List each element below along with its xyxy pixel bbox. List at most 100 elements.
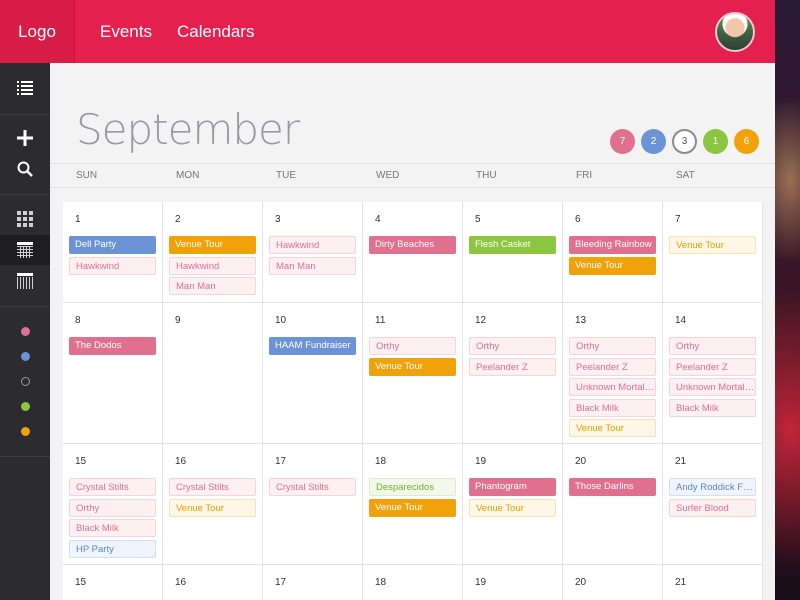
event-chip[interactable]: Venue Tour (369, 498, 456, 517)
filter-blue[interactable]: 2 (641, 129, 666, 154)
day-cell[interactable]: 1 Dell Party Hawkwind (63, 202, 163, 303)
event-chip[interactable]: Orthy (69, 498, 156, 517)
event-chip[interactable]: Peelander Z (469, 357, 556, 376)
event-chip[interactable]: Venue Tour (169, 236, 256, 254)
day-cell[interactable]: 20 Those Darlins (563, 444, 663, 565)
event-chip[interactable]: Andy Roddick Foundation (669, 478, 756, 496)
day-cell[interactable]: 11 Orthy Venue Tour (363, 303, 463, 444)
filter-count: 6 (743, 136, 750, 147)
event-chip[interactable]: Dirty Beaches (369, 236, 456, 254)
event-chip[interactable]: Man Man (269, 256, 356, 275)
event-chip[interactable]: Venue Tour (569, 256, 656, 275)
filter-green[interactable]: 1 (703, 129, 728, 154)
event-chip[interactable]: Phantogram (469, 478, 556, 496)
week-view-icon[interactable] (0, 266, 50, 296)
event-chip[interactable]: Orthy (669, 337, 756, 355)
filter-outline[interactable]: 3 (672, 129, 697, 154)
day-cell[interactable]: 13 Orthy Peelander Z Unknown Mortal Orchest… (563, 303, 663, 444)
event-chip[interactable]: Those Darlins (569, 478, 656, 496)
day-cell[interactable]: 10 HAAM Fundraiser (263, 303, 363, 444)
list-icon[interactable] (0, 73, 50, 103)
plus-icon[interactable] (0, 123, 50, 153)
nav-events[interactable]: Events (100, 22, 152, 42)
outline-dot-icon (20, 376, 30, 386)
event-chip[interactable]: Venue Tour (169, 498, 256, 517)
event-chip[interactable]: Black Milk (69, 519, 156, 537)
day-cell[interactable]: 19 (463, 565, 563, 600)
day-number: 9 (175, 315, 181, 326)
event-chip[interactable]: Orthy (469, 337, 556, 355)
day-number: 6 (575, 214, 581, 225)
day-cell[interactable]: 8 The Dodos (63, 303, 163, 444)
event-chip[interactable]: Desparecidos (369, 478, 456, 496)
event-chip[interactable]: HP Party (69, 539, 156, 558)
filter-orange[interactable]: 6 (734, 129, 759, 154)
weekday-label: MON (176, 170, 200, 181)
grid-view-icon[interactable] (0, 204, 50, 234)
event-chip[interactable]: Crystal Stilts (169, 478, 256, 496)
month-view-icon[interactable] (0, 235, 50, 265)
day-cell[interactable]: 16 (163, 565, 263, 600)
event-chip[interactable]: Black Milk (569, 398, 656, 417)
event-chip[interactable]: Dell Party (69, 236, 156, 254)
event-chip[interactable]: Orthy (569, 337, 656, 355)
search-icon[interactable] (0, 154, 50, 184)
event-chip[interactable]: Crystal Stilts (69, 478, 156, 496)
day-cell[interactable]: 4 Dirty Beaches (363, 202, 463, 303)
day-number: 4 (375, 214, 381, 225)
filter-count: 3 (681, 136, 688, 147)
filter-count: 1 (712, 136, 719, 147)
event-chip[interactable]: Crystal Stilts (269, 478, 356, 496)
day-cell[interactable]: 18 (363, 565, 463, 600)
event-chip[interactable]: Venue Tour (469, 498, 556, 517)
event-chip[interactable]: HAAM Fundraiser (269, 337, 356, 355)
day-cell[interactable]: 15 (63, 565, 163, 600)
day-number: 18 (375, 577, 387, 588)
month-grid: 1 Dell Party Hawkwind 2 Venue Tour Hawkwind Ma… (63, 202, 763, 600)
event-chip[interactable]: Black Milk (669, 398, 756, 417)
calendar-panel: September 7 2 3 1 6 SUN MON TUE WED THU … (50, 63, 775, 600)
day-cell[interactable]: 14 Orthy Peelander Z Unknown Mortal Orchest… (663, 303, 763, 444)
day-cell[interactable]: 3 Hawkwind Man Man (263, 202, 363, 303)
day-cell[interactable]: 17 (263, 565, 363, 600)
event-chip[interactable]: The Dodos (69, 337, 156, 355)
event-chip[interactable]: Peelander Z (669, 357, 756, 376)
calendar-dot-orange[interactable] (0, 416, 50, 446)
day-cell[interactable]: 9 (163, 303, 263, 444)
event-chip[interactable]: Orthy (369, 337, 456, 355)
event-chip[interactable]: Venue Tour (369, 357, 456, 376)
event-chip[interactable]: Hawkwind (69, 256, 156, 275)
day-cell[interactable]: 19 Phantogram Venue Tour (463, 444, 563, 565)
event-chip[interactable]: Flesh Casket (469, 236, 556, 254)
day-cell[interactable]: 21 Andy Roddick Foundation Surfer Blood (663, 444, 763, 565)
event-chip[interactable]: Unknown Mortal Orchestra (569, 378, 656, 396)
event-chip[interactable]: Venue Tour (569, 419, 656, 437)
day-cell[interactable]: 12 Orthy Peelander Z (463, 303, 563, 444)
filter-pink[interactable]: 7 (610, 129, 635, 154)
event-chip[interactable]: Surfer Blood (669, 498, 756, 517)
day-number: 19 (475, 577, 487, 588)
nav-calendars[interactable]: Calendars (177, 22, 255, 42)
day-cell[interactable]: 2 Venue Tour Hawkwind Man Man (163, 202, 263, 303)
event-chip[interactable]: Man Man (169, 277, 256, 295)
day-cell[interactable]: 16 Crystal Stilts Venue Tour (163, 444, 263, 565)
day-cell[interactable]: 20 (563, 565, 663, 600)
event-chip[interactable]: Venue Tour (669, 236, 756, 254)
event-chip[interactable]: Peelander Z (569, 357, 656, 376)
day-cell[interactable]: 6 Bleeding Rainbow Venue Tour (563, 202, 663, 303)
day-cell[interactable]: 15 Crystal Stilts Orthy Black Milk HP Party (63, 444, 163, 565)
day-cell[interactable]: 17 Crystal Stilts (263, 444, 363, 565)
day-cell[interactable]: 21 (663, 565, 763, 600)
day-cell[interactable]: 7 Venue Tour (663, 202, 763, 303)
event-chip[interactable]: Hawkwind (269, 236, 356, 254)
avatar[interactable] (715, 12, 755, 52)
main-nav: Events Calendars (100, 22, 254, 42)
day-number: 17 (275, 577, 287, 588)
day-cell[interactable]: 5 Flesh Casket (463, 202, 563, 303)
filter-count: 7 (619, 136, 626, 147)
event-chip[interactable]: Unknown Mortal Orchestra (669, 378, 756, 396)
event-chip[interactable]: Hawkwind (169, 256, 256, 275)
logo[interactable]: Logo (0, 0, 75, 63)
day-cell[interactable]: 18 Desparecidos Venue Tour (363, 444, 463, 565)
event-chip[interactable]: Bleeding Rainbow (569, 236, 656, 254)
